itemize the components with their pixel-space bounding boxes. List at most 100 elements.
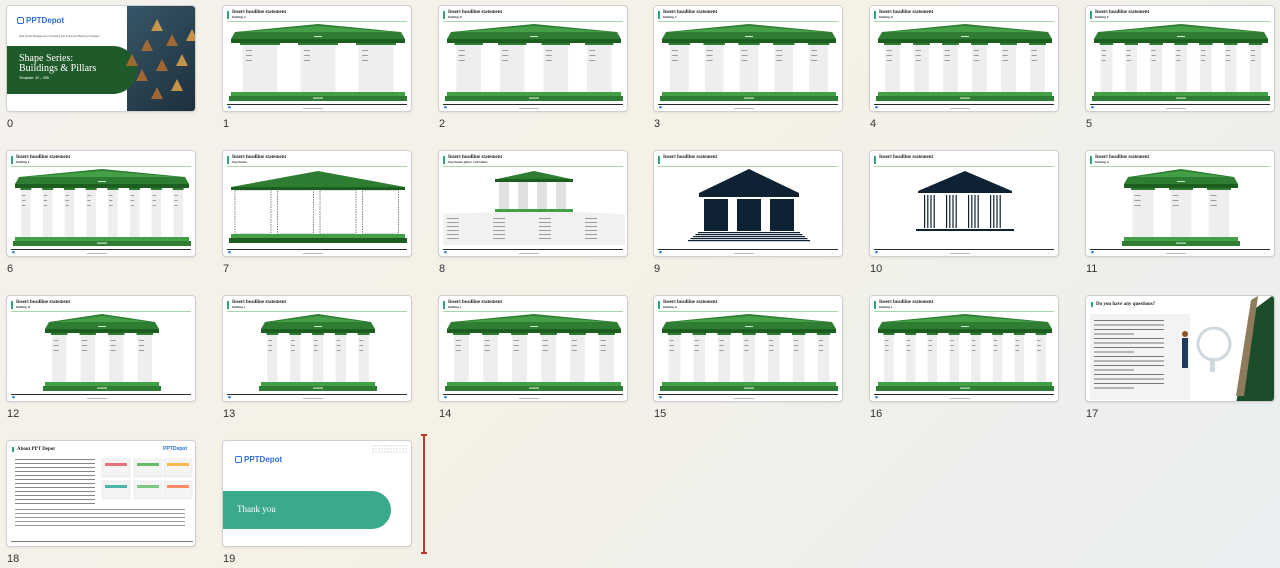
triangle-shape — [136, 69, 148, 81]
bullet-line — [669, 340, 674, 341]
bullet-line — [493, 218, 505, 219]
slide-thumbnail[interactable]: Insert headline statement Building H ▣ · — [6, 295, 196, 402]
slide-thumbnail[interactable]: Insert headline statement Building C ▣ · — [653, 5, 843, 112]
bullet-line — [885, 340, 889, 341]
slide-thumbnail-cell[interactable]: PPTDepot Thank you 19 — [222, 440, 412, 565]
slide-number: 11 — [1086, 263, 1098, 275]
slide-number: 3 — [654, 118, 661, 130]
dot — [387, 448, 389, 450]
slide-thumbnail-cell[interactable]: Insert headline statement Building B ▣ · … — [438, 5, 628, 130]
bullet-line — [885, 350, 889, 351]
slide-thumbnail[interactable]: Insert headline statement Building A ▣ · — [222, 5, 412, 112]
slide-thumbnail[interactable]: Insert headline statement Building K ▣ · — [653, 295, 843, 402]
slide-thumbnail[interactable]: Insert headline statement Building E ▣ · — [1085, 5, 1275, 112]
bullet-line — [906, 340, 911, 341]
slide-thumbnail[interactable]: PPTDepot Thank you — [222, 440, 412, 547]
slide-thumbnail-cell[interactable]: Insert headline statement Building A ▣ · … — [222, 5, 412, 130]
slide-thumbnail[interactable]: Insert headline statement Building D ▣ · — [869, 5, 1059, 112]
pillar — [927, 335, 938, 382]
pillar-line — [971, 195, 973, 228]
roof-highlight — [457, 26, 611, 32]
bullet-line — [447, 222, 459, 223]
bullet-line — [493, 230, 505, 231]
slide-thumbnail[interactable]: Insert headline statement Building G ▣ · — [1085, 150, 1275, 257]
bullet-line — [455, 350, 461, 351]
pillar-cap — [240, 43, 280, 45]
slide-thumbnail-cell[interactable]: Insert headline statement Building G ▣ · … — [1085, 150, 1275, 275]
slide-number: 15 — [654, 408, 667, 420]
slide-thumbnail[interactable]: Insert headline statement Building F ▣ · — [6, 150, 196, 257]
pillar — [668, 335, 681, 382]
pillar-cap — [453, 333, 470, 335]
roof-highlight — [888, 316, 1042, 322]
dot — [384, 445, 386, 447]
preview-bar — [137, 485, 159, 488]
bullet-line — [928, 345, 932, 346]
slide-thumbnail-cell[interactable]: Insert headline statement Building E ▣ · … — [1085, 5, 1275, 130]
bullet-line — [336, 340, 341, 341]
bullet-line — [109, 195, 113, 196]
pillar — [1132, 190, 1154, 237]
slide-thumbnail-cell[interactable]: Do you have any questions? 17 — [1085, 295, 1275, 420]
dot — [372, 448, 374, 450]
base-label — [97, 242, 107, 244]
slide-thumbnail-cell[interactable]: Insert headline statement Placeholder pil… — [438, 150, 628, 275]
slide-thumbnail[interactable]: Do you have any questions? — [1085, 295, 1275, 402]
slide-thumbnail-cell[interactable]: Insert headline statement Building C ▣ · … — [653, 5, 843, 130]
text-line — [15, 499, 95, 500]
roof-shape — [497, 171, 571, 179]
dot — [402, 445, 404, 447]
bullet-line — [65, 200, 69, 201]
slide-thumbnail[interactable]: Insert headline statement ▣ · — [869, 150, 1059, 257]
slide-thumbnail[interactable]: Insert headline statement Building J ▣ · — [438, 295, 628, 402]
slide-thumbnail-cell[interactable]: Insert headline statement Building H ▣ · … — [6, 295, 196, 420]
bullet-line — [246, 60, 252, 61]
slide-thumbnail-cell[interactable]: PPTDepot High Impact Management Consulti… — [6, 5, 196, 130]
pillar-cap — [598, 333, 615, 335]
base-step — [662, 92, 836, 96]
slide-thumbnail[interactable]: About PPT Depot PPTDepot — [6, 440, 196, 547]
slide-thumbnail-cell[interactable]: Insert headline statement Building I ▣ · … — [222, 295, 412, 420]
slide-thumbnail-cell[interactable]: Insert headline statement Building J ▣ · … — [438, 295, 628, 420]
dashed-pillar — [362, 189, 399, 235]
base-label — [1176, 242, 1186, 244]
slide-thumbnail-cell[interactable]: Insert headline statement ▣ · 10 — [869, 150, 1059, 275]
bullet-line — [110, 350, 116, 351]
slide-thumbnail[interactable]: Insert headline statement Building B ▣ · — [438, 5, 628, 112]
pillar — [792, 335, 805, 382]
bullet-line — [1002, 50, 1008, 51]
slide-thumbnail-cell[interactable]: Insert headline statement Building F ▣ · … — [6, 150, 196, 275]
triangle-shape — [176, 54, 188, 66]
slide-thumbnail[interactable]: Insert headline statement Placeholder ▣ · — [222, 150, 412, 257]
pillar — [670, 45, 689, 92]
bullet-line — [539, 238, 551, 239]
bullet-line — [82, 350, 88, 351]
bullet-line — [1015, 345, 1019, 346]
bullet-line — [539, 226, 551, 227]
slide-thumbnail[interactable]: Insert headline statement Building L ▣ · — [869, 295, 1059, 402]
slide-thumbnail-cell[interactable]: Insert headline statement Building K ▣ · … — [653, 295, 843, 420]
text-line — [1094, 324, 1164, 326]
slide-thumbnail-cell[interactable]: Insert headline statement Building D ▣ · … — [869, 5, 1059, 130]
slide-thumbnail[interactable]: Insert headline statement Building I ▣ · — [222, 295, 412, 402]
bullet-line — [950, 350, 954, 351]
pillar — [1100, 45, 1113, 92]
bullet-line — [1031, 60, 1037, 61]
bullet-line — [769, 340, 774, 341]
slide-thumbnail-cell[interactable]: About PPT Depot PPTDepot 18 — [6, 440, 196, 565]
slide-thumbnail-cell[interactable]: Insert headline statement ▣ · 9 — [653, 150, 843, 275]
step — [688, 240, 810, 242]
base-step — [878, 92, 1052, 96]
roof-label — [745, 326, 753, 327]
triangle-shape — [126, 54, 138, 66]
slide-thumbnail[interactable]: Insert headline statement Placeholder pil… — [438, 150, 628, 257]
pillar — [335, 335, 346, 382]
dot — [378, 448, 380, 450]
slide-thumbnail-cell[interactable]: Insert headline statement Building L ▣ · … — [869, 295, 1059, 420]
slide-thumbnail[interactable]: PPTDepot High Impact Management Consulti… — [6, 5, 196, 112]
text-line — [1094, 342, 1164, 344]
slide-thumbnail-cell[interactable]: Insert headline statement Placeholder ▣ ·… — [222, 150, 412, 275]
slide-thumbnail[interactable]: Insert headline statement ▣ · — [653, 150, 843, 257]
bullet-line — [1101, 60, 1106, 61]
question-mark-shape — [1196, 326, 1232, 362]
